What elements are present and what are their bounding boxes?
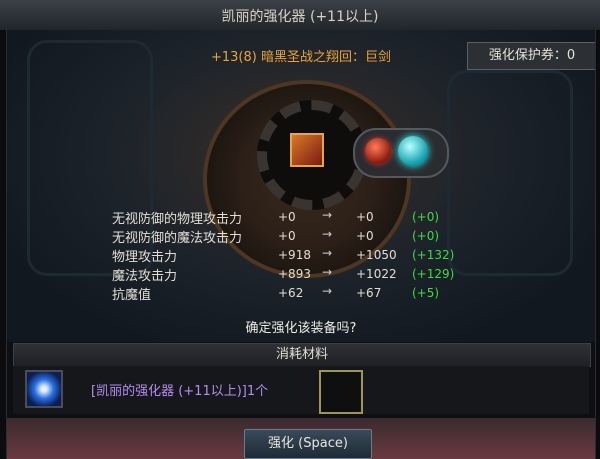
enhance-panel: +13(8) 暗黑圣战之翔回：巨剑 强化保护券：0 无视防御的物理攻击力 +0 … bbox=[6, 30, 596, 459]
red-gem-icon bbox=[365, 138, 391, 164]
arrow-icon: → bbox=[322, 284, 333, 298]
stat-diff: (+0) bbox=[412, 229, 440, 243]
cyan-gem-icon bbox=[398, 136, 428, 166]
stat-label: 魔法攻击力 bbox=[112, 269, 178, 284]
stat-row: 无视防御的魔法攻击力 +0 → +0 (+0) bbox=[112, 227, 512, 246]
arrow-icon: → bbox=[322, 227, 333, 241]
stat-before: +62 bbox=[278, 286, 304, 300]
stat-diff: (+129) bbox=[412, 267, 455, 281]
stat-after: +0 bbox=[356, 210, 374, 224]
arrow-icon: → bbox=[322, 246, 333, 260]
material-name: [凯丽的强化器 (+11以上)]1个 bbox=[91, 384, 269, 399]
material-slot[interactable] bbox=[319, 370, 363, 414]
equipment-slot[interactable] bbox=[290, 133, 324, 167]
materials-header: 消耗材料 bbox=[13, 343, 591, 367]
window-title: 凯丽的强化器 (+11以上) bbox=[221, 9, 379, 25]
stat-before: +0 bbox=[278, 229, 296, 243]
stat-after: +0 bbox=[356, 229, 374, 243]
stat-after: +1050 bbox=[356, 248, 397, 262]
confirm-prompt: 确定强化该装备吗? bbox=[245, 321, 357, 336]
protection-ticket-count: 强化保护券：0 bbox=[467, 42, 595, 70]
stat-after: +1022 bbox=[356, 267, 397, 281]
stat-diff: (+0) bbox=[412, 210, 440, 224]
enhance-button[interactable]: 强化 (Space) bbox=[244, 429, 372, 459]
stat-before: +918 bbox=[278, 248, 311, 262]
stat-label: 无视防御的物理攻击力 bbox=[112, 212, 243, 227]
enhancer-orb-icon[interactable] bbox=[25, 370, 63, 408]
stat-diff: (+5) bbox=[412, 286, 440, 300]
stat-before: +893 bbox=[278, 267, 311, 281]
stat-row: 抗魔值 +62 → +67 (+5) bbox=[112, 284, 512, 303]
stat-after: +67 bbox=[356, 286, 382, 300]
materials-area: [凯丽的强化器 (+11以上)]1个 bbox=[13, 366, 589, 414]
stat-table: 无视防御的物理攻击力 +0 → +0 (+0) 无视防御的魔法攻击力 +0 → … bbox=[112, 208, 512, 303]
stat-row: 无视防御的物理攻击力 +0 → +0 (+0) bbox=[112, 208, 512, 227]
window-titlebar[interactable]: 凯丽的强化器 (+11以上) bbox=[0, 0, 600, 31]
arrow-icon: → bbox=[322, 265, 333, 279]
stat-label: 抗魔值 bbox=[112, 288, 152, 303]
stat-row: 魔法攻击力 +893 → +1022 (+129) bbox=[112, 265, 512, 284]
arrow-icon: → bbox=[322, 208, 333, 222]
stat-diff: (+132) bbox=[412, 248, 455, 262]
stat-label: 物理攻击力 bbox=[112, 250, 178, 265]
stat-label: 无视防御的魔法攻击力 bbox=[112, 231, 243, 246]
stat-before: +0 bbox=[278, 210, 296, 224]
machine-artwork: +13(8) 暗黑圣战之翔回：巨剑 强化保护券：0 无视防御的物理攻击力 +0 … bbox=[7, 30, 595, 342]
stat-row: 物理攻击力 +918 → +1050 (+132) bbox=[112, 246, 512, 265]
